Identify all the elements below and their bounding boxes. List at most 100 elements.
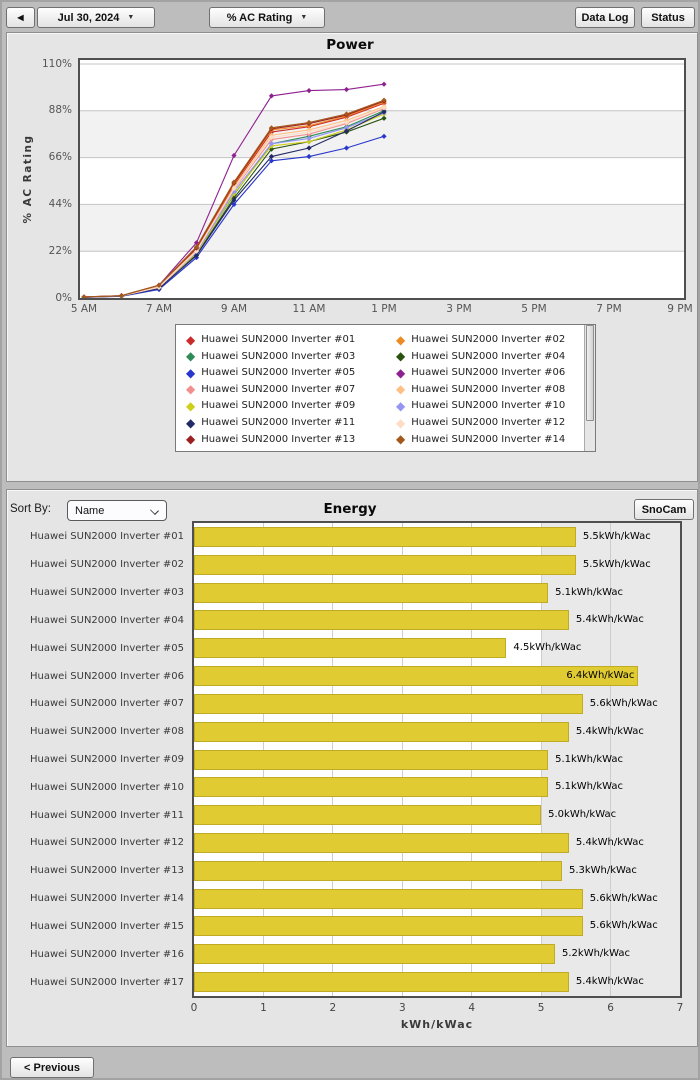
- bar-value-label: 5.4kWh/kWac: [575, 614, 644, 626]
- energy-bar: [194, 638, 507, 659]
- power-legend: ◆ Huawei SUN2000 Inverter #01 ◆ Huawei SUN2…: [175, 324, 596, 452]
- legend-marker-icon: ◆: [186, 432, 196, 447]
- legend-item[interactable]: ◆ Huawei SUN2000 Inverter #11: [186, 415, 355, 430]
- inverter-row-label: Huawei SUN2000 Inverter #15: [30, 920, 184, 932]
- legend-item[interactable]: ◆ Huawei SUN2000 Inverter #14: [396, 432, 565, 447]
- legend-label: Huawei SUN2000 Inverter #14: [411, 433, 566, 445]
- inverter-row-label: Huawei SUN2000 Inverter #05: [30, 642, 184, 654]
- legend-label: Huawei SUN2000 Inverter #05: [201, 367, 356, 379]
- x-tick-label: 7 AM: [145, 303, 173, 315]
- y-tick-label: 88%: [48, 104, 72, 117]
- legend-item[interactable]: ◆ Huawei SUN2000 Inverter #01: [186, 332, 355, 347]
- energy-bar: [194, 554, 576, 575]
- bar-value-label: 5.4kWh/kWac: [575, 976, 644, 988]
- back-button[interactable]: ◀: [6, 7, 35, 28]
- legend-item[interactable]: ◆ Huawei SUN2000 Inverter #13: [186, 432, 355, 447]
- bar-value-label: 5.4kWh/kWac: [575, 725, 644, 737]
- x-tick-label: 7 PM: [596, 303, 622, 315]
- plot-band: [80, 204, 684, 252]
- data-point-marker: [118, 293, 125, 298]
- legend-label: Huawei SUN2000 Inverter #10: [411, 400, 566, 412]
- energy-x-axis-label: kWh/kWac: [400, 1018, 474, 1031]
- status-button[interactable]: Status: [641, 7, 695, 28]
- x-tick-label: 4: [468, 1002, 476, 1014]
- inverter-row-label: Huawei SUN2000 Inverter #09: [30, 753, 184, 765]
- bar-value-label: 5.6kWh/kWac: [589, 920, 658, 932]
- x-tick-label: 3: [398, 1002, 406, 1014]
- x-tick-label: 1: [260, 1002, 267, 1014]
- x-tick-label: 2: [329, 1002, 337, 1014]
- x-tick-label: 5 PM: [521, 303, 547, 315]
- energy-bar: [194, 777, 549, 798]
- energy-bar: [194, 526, 576, 547]
- legend-scrollbar[interactable]: [584, 325, 595, 451]
- inverter-row-label: Huawei SUN2000 Inverter #01: [30, 531, 184, 543]
- energy-bar: [194, 805, 542, 826]
- data-point-marker: [81, 294, 87, 298]
- legend-marker-icon: ◆: [186, 365, 196, 380]
- legend-item[interactable]: ◆ Huawei SUN2000 Inverter #02: [396, 332, 565, 347]
- legend-item[interactable]: ◆ Huawei SUN2000 Inverter #03: [186, 349, 355, 364]
- date-dropdown-value: Jul 30, 2024: [57, 11, 120, 24]
- legend-label: Huawei SUN2000 Inverter #08: [411, 383, 566, 395]
- inverter-row-label: Huawei SUN2000 Inverter #14: [30, 893, 184, 905]
- x-tick-label: 6: [607, 1002, 614, 1014]
- legend-item[interactable]: ◆ Huawei SUN2000 Inverter #12: [396, 415, 565, 430]
- energy-bar-chart: 5.5kWh/kWac 5.5kWh/kWac 5.1kWh/kWac 5.4kWh/…: [192, 521, 682, 998]
- x-tick-label: 5 AM: [70, 303, 98, 315]
- date-dropdown[interactable]: Jul 30, 2024 ▼: [37, 7, 155, 28]
- power-line-chart: [80, 63, 684, 298]
- inverter-row-label: Huawei SUN2000 Inverter #08: [30, 726, 184, 738]
- bar-value-label: 5.0kWh/kWac: [548, 809, 617, 821]
- legend-item[interactable]: ◆ Huawei SUN2000 Inverter #08: [396, 382, 565, 397]
- data-point-marker: [343, 86, 350, 93]
- legend-label: Huawei SUN2000 Inverter #06: [411, 367, 566, 379]
- inverter-row-label: Huawei SUN2000 Inverter #13: [30, 865, 184, 877]
- bar-value-label: 5.6kWh/kWac: [589, 697, 658, 709]
- data-log-button[interactable]: Data Log: [575, 7, 635, 28]
- legend-marker-icon: ◆: [396, 332, 406, 347]
- legend-label: Huawei SUN2000 Inverter #12: [411, 417, 566, 428]
- inverter-row-label: Huawei SUN2000 Inverter #06: [30, 670, 184, 682]
- back-arrow-icon: ◀: [17, 13, 24, 22]
- chevron-down-icon: ▼: [127, 14, 135, 21]
- legend-item[interactable]: ◆ Huawei SUN2000 Inverter #05: [186, 365, 355, 380]
- metric-dropdown-value: % AC Rating: [226, 11, 293, 24]
- metric-dropdown[interactable]: % AC Rating ▼: [209, 7, 325, 28]
- legend-marker-icon: ◆: [396, 349, 406, 364]
- inverter-row-label: Huawei SUN2000 Inverter #12: [30, 837, 184, 849]
- legend-label: Huawei SUN2000 Inverter #07: [201, 383, 356, 395]
- legend-item[interactable]: ◆ Huawei SUN2000 Inverter #06: [396, 365, 565, 380]
- bar-value-label: 5.5kWh/kWac: [582, 530, 651, 542]
- inverter-row-label: Huawei SUN2000 Inverter #03: [30, 587, 184, 599]
- bar-value-label: 5.2kWh/kWac: [562, 948, 630, 960]
- x-tick-label: 9 AM: [220, 303, 248, 315]
- legend-label: Huawei SUN2000 Inverter #02: [411, 334, 566, 345]
- bar-value-label: 6.4kWh/kWac: [566, 670, 635, 682]
- energy-bar: [194, 972, 569, 993]
- energy-bar: [194, 944, 556, 965]
- legend-item[interactable]: ◆ Huawei SUN2000 Inverter #10: [396, 398, 565, 413]
- energy-bar: [194, 582, 549, 603]
- inverter-row-label: Huawei SUN2000 Inverter #11: [30, 809, 184, 821]
- legend-marker-icon: ◆: [396, 432, 406, 447]
- inverter-row-label: Huawei SUN2000 Inverter #17: [30, 976, 184, 988]
- bar-value-label: 5.3kWh/kWac: [568, 864, 637, 876]
- legend-item[interactable]: ◆ Huawei SUN2000 Inverter #07: [186, 382, 355, 397]
- legend-scrollbar-thumb[interactable]: [586, 325, 594, 421]
- data-point-marker: [268, 93, 275, 99]
- energy-bar: [194, 860, 562, 881]
- bar-value-label: 5.1kWh/kWac: [555, 586, 624, 598]
- previous-button[interactable]: < Previous: [10, 1057, 94, 1078]
- legend-item[interactable]: ◆ Huawei SUN2000 Inverter #09: [186, 398, 355, 413]
- x-tick-label: 11 AM: [292, 303, 326, 315]
- legend-label: Huawei SUN2000 Inverter #01: [201, 334, 356, 345]
- y-tick-label: 0%: [55, 291, 72, 304]
- legend-marker-icon: ◆: [186, 349, 196, 364]
- x-tick-label: 7: [676, 1002, 684, 1014]
- legend-item[interactable]: ◆ Huawei SUN2000 Inverter #04: [396, 349, 565, 364]
- data-point-marker: [381, 81, 387, 87]
- snocam-button[interactable]: SnoCam: [634, 499, 694, 520]
- x-tick-label: 9 PM: [667, 303, 693, 315]
- bar-value-label: 5.6kWh/kWac: [589, 892, 658, 904]
